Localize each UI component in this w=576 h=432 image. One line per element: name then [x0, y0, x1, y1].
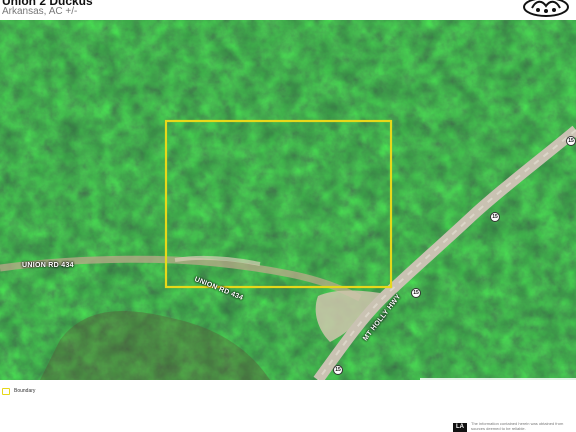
road-label-union-rd-west: UNION RD 434 — [22, 262, 74, 269]
header: Union 2 Duckus Arkansas, AC +/- — [0, 0, 576, 20]
legend-label: Boundary — [14, 388, 36, 394]
route-shield: 15 — [411, 288, 421, 298]
boundary-swatch-icon — [2, 388, 10, 395]
land-brand-icon: LA — [453, 423, 467, 432]
satellite-imagery — [0, 20, 576, 380]
map-legend: Boundary — [0, 385, 200, 401]
route-shield: 15 — [490, 212, 500, 222]
brand-logo-icon — [523, 0, 569, 17]
property-location: Arkansas, AC +/- — [2, 6, 78, 17]
disclaimer-text: The information contained herein was obt… — [471, 421, 564, 431]
map-page: Union 2 Duckus Arkansas, AC +/- UNION RD… — [0, 0, 576, 432]
scale-bar: 0 50 100 150 200ft — [420, 378, 576, 380]
satellite-map[interactable]: UNION RD 434 UNION RD 434 MT HOLLY HWY 1… — [0, 20, 576, 380]
route-shield: 15 — [333, 365, 343, 375]
route-shield: 15 — [566, 136, 576, 146]
